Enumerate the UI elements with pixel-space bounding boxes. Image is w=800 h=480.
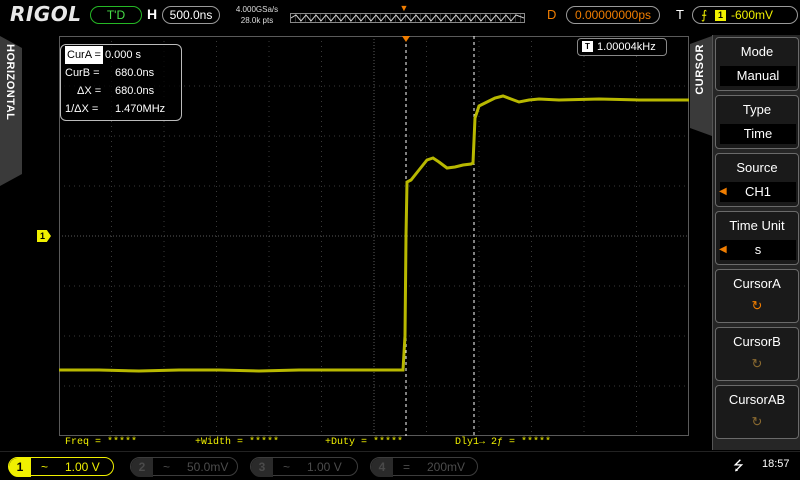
top-status-bar: RIGOL T'D H 500.0ns 4.000GSa/s 28.0k pts… bbox=[0, 0, 800, 32]
trigger-position-marker-icon: ▼ bbox=[399, 3, 409, 13]
type-label: Type bbox=[742, 102, 772, 117]
cursor-b-softkey-label: CursorB bbox=[733, 334, 781, 349]
cursor-menu-tab-shape: CURSOR bbox=[690, 36, 712, 136]
channel-3-number: 3 bbox=[251, 458, 273, 477]
channel-4-coupling: = bbox=[403, 460, 411, 474]
trigger-status-badge[interactable]: T'D bbox=[90, 6, 142, 24]
type-softkey[interactable]: Type Time bbox=[715, 95, 799, 149]
frequency-counter-value: 1.00004kHz bbox=[597, 41, 656, 53]
cursor-b-row: CurB = 680.0ns bbox=[65, 64, 181, 82]
memory-waveform-thumbnail bbox=[291, 14, 524, 22]
cursor-a-value: 0.000 s bbox=[104, 49, 142, 61]
inverse-delta-x-label: 1/ΔX = bbox=[65, 103, 99, 115]
channel-2-button[interactable]: 2 ~ 50.0mV bbox=[130, 457, 238, 477]
knob-icon: ↻ bbox=[751, 356, 763, 371]
measure-duty[interactable]: +Duty = ***** bbox=[325, 437, 403, 448]
type-value: Time bbox=[720, 124, 796, 144]
horizontal-label: H bbox=[147, 6, 158, 22]
cursor-a-label: CurA = bbox=[65, 46, 103, 64]
cursor-menu-title: CURSOR bbox=[694, 44, 706, 95]
cursor-softkey-menu: Mode Manual Type Time Source CH1 ◀ Time … bbox=[712, 35, 800, 450]
rising-edge-icon: ⨍ bbox=[701, 8, 708, 22]
horizontal-position-value[interactable]: 0.00000000ps bbox=[566, 6, 660, 24]
mode-value: Manual bbox=[720, 66, 796, 86]
delta-x-row: ΔX = 680.0ns bbox=[65, 82, 181, 100]
channel-1-button[interactable]: 1 ~ 1.00 V bbox=[8, 457, 114, 477]
knob-icon: ↻ bbox=[751, 414, 763, 429]
delta-x-label: ΔX = bbox=[77, 85, 102, 97]
counter-trigger-chip: T bbox=[582, 41, 593, 52]
channel-4-number: 4 bbox=[371, 458, 393, 477]
measure-delay[interactable]: Dly1→ 2ƒ = ***** bbox=[455, 437, 551, 448]
horizontal-menu-tab[interactable]: HORIZONTAL bbox=[0, 36, 22, 186]
knob-icon: ↻ bbox=[751, 298, 763, 313]
channel-4-scale: 200mV bbox=[427, 460, 466, 474]
channel-2-number: 2 bbox=[131, 458, 153, 477]
trigger-level-value: -600mV bbox=[731, 8, 774, 22]
time-unit-softkey[interactable]: Time Unit s ◀ bbox=[715, 211, 799, 265]
channel-3-coupling: ~ bbox=[283, 460, 291, 474]
cursor-a-softkey[interactable]: CursorA ↻ bbox=[715, 269, 799, 323]
channel-4-button[interactable]: 4 = 200mV bbox=[370, 457, 478, 477]
source-label: Source bbox=[736, 160, 778, 175]
cursor-b-softkey[interactable]: CursorB ↻ bbox=[715, 327, 799, 381]
channel-2-coupling: ~ bbox=[163, 460, 171, 474]
delay-label: D bbox=[547, 7, 557, 22]
cursor-b-label: CurB = bbox=[65, 67, 100, 79]
cursor-b-value: 680.0ns bbox=[115, 67, 155, 79]
source-value: CH1 bbox=[720, 182, 796, 202]
channel-1-scale: 1.00 V bbox=[65, 460, 100, 474]
cursor-a-softkey-label: CursorA bbox=[733, 276, 781, 291]
frequency-counter: T 1.00004kHz bbox=[577, 38, 667, 56]
channel-1-coupling: ~ bbox=[41, 460, 49, 474]
time-unit-value: s bbox=[720, 240, 796, 260]
mode-softkey[interactable]: Mode Manual bbox=[715, 37, 799, 91]
ch1-offset-marker[interactable]: 1 bbox=[37, 230, 51, 242]
channel-2-scale: 50.0mV bbox=[187, 460, 229, 474]
channel-3-button[interactable]: 3 ~ 1.00 V bbox=[250, 457, 358, 477]
memory-overview-bar bbox=[290, 13, 525, 23]
cursor-ab-softkey-label: CursorAB bbox=[728, 392, 786, 407]
ch1-waveform bbox=[59, 94, 689, 373]
acquisition-info: 4.000GSa/s 28.0k pts bbox=[228, 4, 286, 26]
cursor-readout-panel: CurA = 0.000 s CurB = 680.0ns ΔX = 680.0… bbox=[60, 44, 182, 121]
sample-rate: 4.000GSa/s bbox=[235, 5, 279, 14]
cursor-menu-tab: CURSOR bbox=[690, 36, 712, 436]
source-softkey[interactable]: Source CH1 ◀ bbox=[715, 153, 799, 207]
memory-depth: 28.0k pts bbox=[240, 16, 274, 25]
mode-label: Mode bbox=[740, 44, 774, 59]
cursor-a-row: CurA = 0.000 s bbox=[65, 46, 181, 64]
channel-1-number: 1 bbox=[9, 458, 31, 477]
channel-status-bar: 1 ~ 1.00 V 2 ~ 50.0mV 3 ~ 1.00 V 4 = 200… bbox=[0, 451, 800, 480]
horizontal-tab-label: HORIZONTAL bbox=[4, 44, 16, 121]
cursor-ab-softkey[interactable]: CursorAB ↻ bbox=[715, 385, 799, 439]
time-unit-arrow-icon: ◀ bbox=[719, 244, 727, 255]
measurement-bar: Freq = ***** +Width = ***** +Duty = ****… bbox=[59, 437, 709, 450]
time-unit-label: Time Unit bbox=[729, 218, 785, 233]
inverse-delta-x-value: 1.470MHz bbox=[115, 103, 166, 115]
system-clock: 18:57 bbox=[762, 458, 790, 470]
usb-icon: ⭍ bbox=[733, 458, 744, 473]
trigger-settings[interactable]: ⨍ 1 -600mV bbox=[692, 6, 798, 24]
trigger-label: T bbox=[676, 7, 684, 22]
timebase-value[interactable]: 500.0ns bbox=[162, 6, 220, 24]
trigger-source-chip: 1 bbox=[715, 10, 726, 21]
brand-logo: RIGOL bbox=[10, 2, 82, 26]
channel-3-scale: 1.00 V bbox=[307, 460, 342, 474]
measure-freq[interactable]: Freq = ***** bbox=[65, 437, 137, 448]
delta-x-value: 680.0ns bbox=[115, 85, 155, 97]
source-arrow-icon: ◀ bbox=[719, 186, 727, 197]
trigger-point-icon bbox=[402, 36, 410, 42]
inverse-delta-x-row: 1/ΔX = 1.470MHz bbox=[65, 100, 181, 118]
measure-width[interactable]: +Width = ***** bbox=[195, 437, 279, 448]
